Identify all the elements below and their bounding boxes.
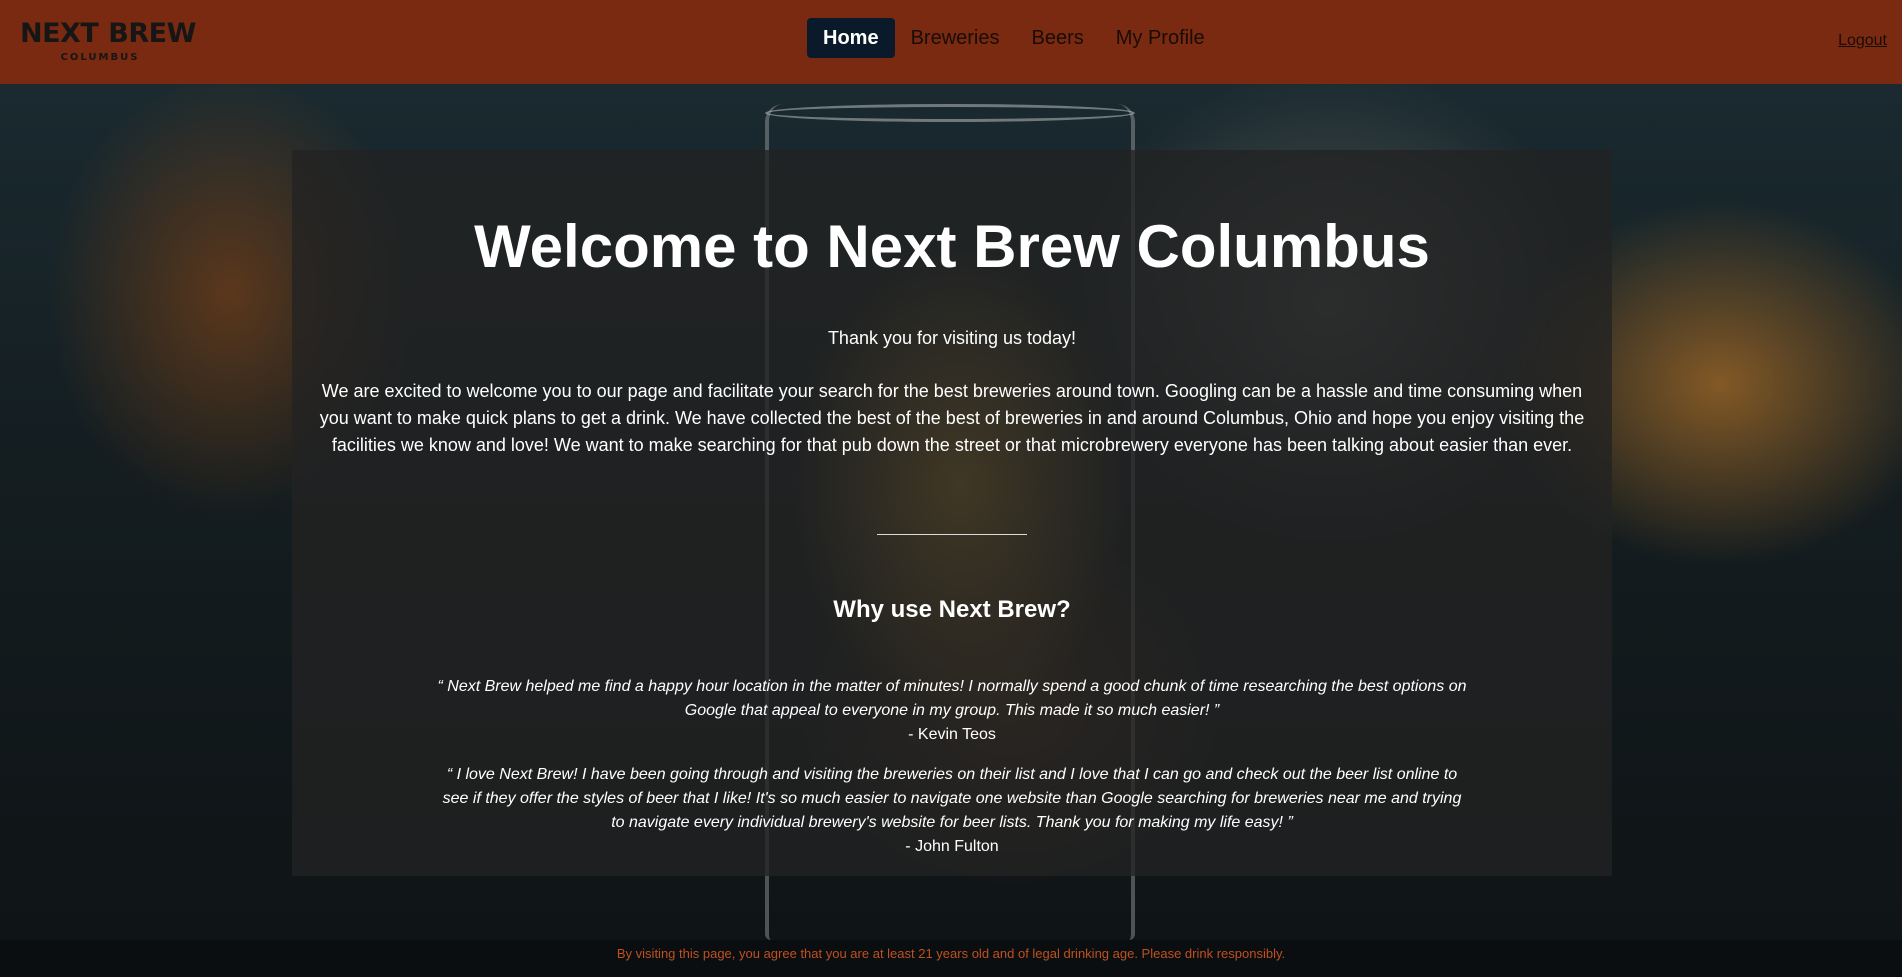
thanks-text: Thank you for visiting us today! (827, 328, 1077, 348)
testimonial: “ Next Brew helped me find a happy hour … (437, 675, 1467, 747)
nav-beers[interactable]: Beers (1016, 18, 1100, 58)
section-divider (877, 534, 1027, 535)
intro-paragraph: We are excited to welcome you to our pag… (319, 381, 1585, 455)
testimonial-author: - Kevin Teos (908, 726, 996, 743)
age-disclaimer-footer: By visiting this page, you agree that yo… (0, 940, 1902, 977)
logo-text-brew: BREW (108, 18, 196, 49)
testimonial: “ I love Next Brew! I have been going th… (437, 763, 1467, 859)
logo-subtitle: COLUMBUS (60, 52, 140, 63)
disclaimer-text: By visiting this page, you agree that yo… (616, 946, 1286, 961)
nav-my-profile[interactable]: My Profile (1100, 18, 1221, 58)
why-heading: Why use Next Brew? (833, 596, 1071, 623)
logo-text-next: NEXT (20, 18, 99, 49)
nav-breweries[interactable]: Breweries (895, 18, 1016, 58)
main-nav: Home Breweries Beers My Profile (807, 18, 1221, 58)
welcome-card: Welcome to Next Brew Columbus Thank you … (292, 150, 1612, 876)
nav-home[interactable]: Home (807, 18, 895, 58)
testimonial-author: - John Fulton (905, 838, 999, 855)
page-title: Welcome to Next Brew Columbus (474, 213, 1430, 280)
testimonial-quote: “ Next Brew helped me find a happy hour … (437, 678, 1467, 719)
site-logo[interactable]: NEXT BREW COLUMBUS (20, 18, 196, 68)
navbar: NEXT BREW COLUMBUS Home Breweries Beers … (0, 0, 1902, 84)
logout-link[interactable]: Logout (1838, 32, 1887, 50)
background-glass-rim (765, 104, 1135, 122)
testimonial-quote: “ I love Next Brew! I have been going th… (442, 766, 1462, 831)
